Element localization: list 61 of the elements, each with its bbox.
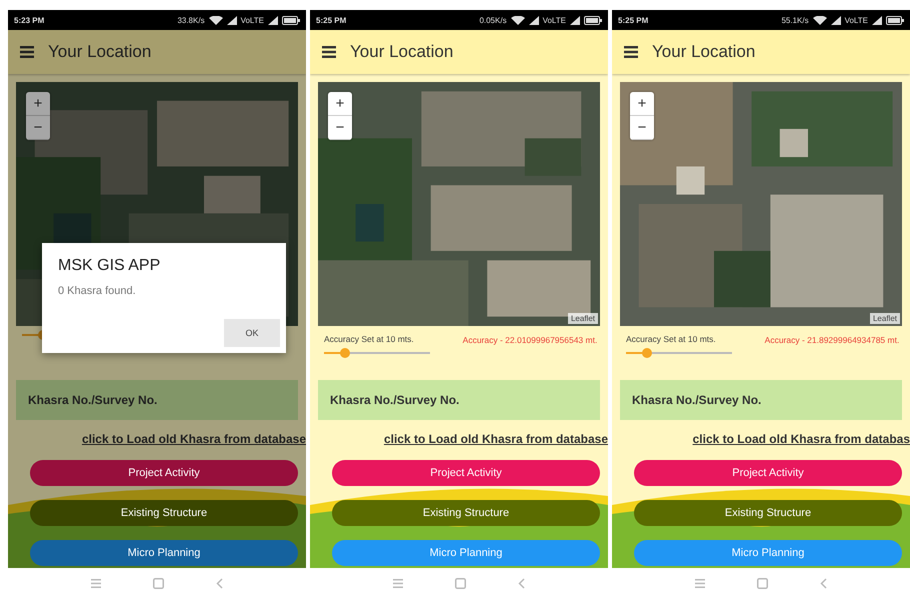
- home-icon[interactable]: [455, 578, 466, 588]
- accuracy-setting: Accuracy Set at 10 mts.: [324, 334, 415, 344]
- menu-icon[interactable]: [322, 46, 336, 58]
- zoom-in-button[interactable]: +: [26, 92, 50, 116]
- accuracy-setting: Accuracy Set at 10 mts.: [626, 334, 717, 344]
- load-khasra-link[interactable]: click to Load old Khasra from databas: [692, 432, 910, 446]
- network-speed: 0.05K/s: [479, 16, 507, 24]
- load-khasra-link[interactable]: click to Load old Khasra from database: [82, 432, 306, 446]
- signal-icon: [528, 16, 539, 24]
- status-time: 5:25 PM: [316, 16, 346, 24]
- load-khasra-link[interactable]: click to Load old Khasra from database: [384, 432, 608, 446]
- status-time: 5:25 PM: [618, 16, 648, 24]
- zoom-in-button[interactable]: +: [328, 92, 352, 116]
- app-title: Your Location: [350, 42, 454, 62]
- battery-icon: [584, 16, 602, 24]
- wifi-icon: [208, 16, 223, 24]
- khasra-field[interactable]: Khasra No./Survey No.: [620, 380, 902, 420]
- action-button[interactable]: Project Activity: [332, 460, 600, 486]
- signal-icon: [570, 16, 580, 24]
- app-title: Your Location: [48, 42, 152, 62]
- action-button[interactable]: Existing Structure: [30, 500, 298, 526]
- network-type: VoLTE: [844, 16, 868, 24]
- network-speed: 55.1K/s: [781, 16, 809, 24]
- wifi-icon: [812, 16, 827, 24]
- signal-icon: [226, 16, 237, 24]
- home-icon[interactable]: [153, 578, 164, 588]
- action-button[interactable]: Micro Planning: [30, 540, 298, 566]
- signal-icon: [872, 16, 882, 24]
- battery-icon: [886, 16, 904, 24]
- accuracy-reading: Accuracy - 21.89299964934785 mt.: [764, 334, 900, 347]
- menu-icon[interactable]: [20, 46, 34, 58]
- back-icon[interactable]: [216, 578, 223, 588]
- zoom-in-button[interactable]: +: [630, 92, 654, 116]
- ok-button[interactable]: OK: [224, 319, 280, 347]
- signal-icon: [830, 16, 841, 24]
- network-type: VoLTE: [542, 16, 566, 24]
- action-button[interactable]: Project Activity: [30, 460, 298, 486]
- dialog-title: MSK GIS APP: [58, 257, 162, 275]
- map-attribution[interactable]: Leaflet: [568, 313, 598, 324]
- zoom-out-button[interactable]: −: [328, 116, 352, 140]
- back-icon[interactable]: [518, 578, 525, 588]
- network-type: VoLTE: [240, 16, 264, 24]
- network-speed: 33.8K/s: [177, 16, 205, 24]
- app-title: Your Location: [652, 42, 756, 62]
- menu-icon[interactable]: [624, 46, 638, 58]
- zoom-out-button[interactable]: −: [26, 116, 50, 140]
- action-button[interactable]: Existing Structure: [634, 500, 902, 526]
- accuracy-reading: Accuracy - 22.01099967956543 mt.: [462, 334, 598, 347]
- dialog-message: 0 Khasra found.: [58, 285, 137, 297]
- wifi-icon: [510, 16, 525, 24]
- map-attribution[interactable]: Leaflet: [870, 313, 900, 324]
- home-icon[interactable]: [757, 578, 768, 588]
- battery-icon: [282, 16, 300, 24]
- zoom-out-button[interactable]: −: [630, 116, 654, 140]
- action-button[interactable]: Project Activity: [634, 460, 902, 486]
- signal-icon: [268, 16, 278, 24]
- khasra-field[interactable]: Khasra No./Survey No.: [16, 380, 298, 420]
- action-button[interactable]: Existing Structure: [332, 500, 600, 526]
- back-icon[interactable]: [820, 578, 827, 588]
- khasra-field[interactable]: Khasra No./Survey No.: [318, 380, 600, 420]
- status-time: 5:23 PM: [14, 16, 44, 24]
